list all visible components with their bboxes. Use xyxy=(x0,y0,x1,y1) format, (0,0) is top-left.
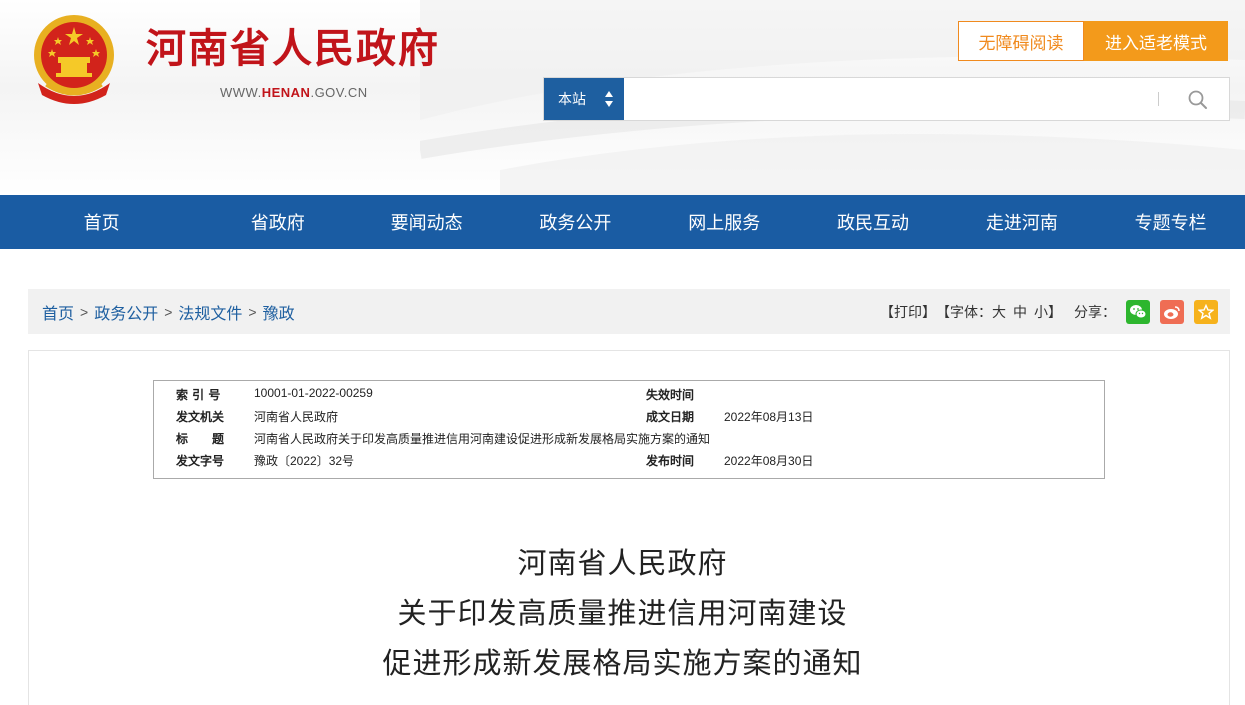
meta-publish-value: 2022年08月30日 xyxy=(724,454,814,468)
nav-item-home[interactable]: 首页 xyxy=(0,195,203,249)
meta-row: 发文字号 豫政〔2022〕32号 发布时间 2022年08月30日 xyxy=(154,452,1104,474)
meta-expire-label: 失效时间 xyxy=(646,388,695,402)
breadcrumb-separator: > xyxy=(164,303,173,320)
site-url-domain: HENAN xyxy=(261,85,311,100)
font-size-prefix: 【字体： xyxy=(936,303,992,320)
meta-index-value: 10001-01-2022-00259 xyxy=(254,386,373,400)
document-title-line-3: 促进形成新发展格局实施方案的通知 xyxy=(382,646,863,680)
meta-publish-label: 发布时间 xyxy=(646,454,695,468)
favorite-star-icon[interactable] xyxy=(1194,299,1218,324)
breadcrumb-separator: > xyxy=(80,303,89,320)
breadcrumb-regulations[interactable]: 法规文件 xyxy=(178,300,242,324)
main-nav: 首页 省政府 要闻动态 政务公开 网上服务 政民互动 走进河南 专题专栏 xyxy=(0,195,1245,249)
font-size-suffix: 】 xyxy=(1048,303,1062,320)
site-url-suffix: .GOV.CN xyxy=(310,85,368,100)
search-scope-label: 本站 xyxy=(558,91,586,107)
nav-item-special-topics[interactable]: 专题专栏 xyxy=(1096,195,1245,249)
elder-mode-button[interactable]: 进入适老模式 xyxy=(1084,21,1228,61)
nav-item-gov-affairs[interactable]: 政务公开 xyxy=(501,195,650,249)
meta-docno-value: 豫政〔2022〕32号 xyxy=(254,454,355,468)
site-title[interactable]: 河南省人民政府 xyxy=(146,22,440,76)
meta-title-value: 河南省人民政府关于印发高质量推进信用河南建设促进形成新发展格局实施方案的通知 xyxy=(254,432,711,446)
font-medium-button[interactable]: 中 xyxy=(1013,302,1027,322)
nav-item-news[interactable]: 要闻动态 xyxy=(352,195,501,249)
site-url-prefix: WWW. xyxy=(220,85,262,100)
meta-issuer-value: 河南省人民政府 xyxy=(254,410,339,424)
search-icon[interactable] xyxy=(1186,88,1210,112)
font-small-button[interactable]: 小 xyxy=(1034,302,1048,322)
search-bar: 本站 xyxy=(543,77,1230,121)
document-title-line-2: 关于印发高质量推进信用河南建设 xyxy=(397,596,848,630)
search-divider xyxy=(1158,92,1159,106)
meta-docno-label: 发文字号 xyxy=(176,454,225,468)
breadcrumb: 首页 > 政务公开 > 法规文件 > 豫政 xyxy=(42,289,295,334)
font-large-button[interactable]: 大 xyxy=(992,302,1006,322)
document-meta-table: 索 引 号 10001-01-2022-00259 失效时间 发文机关 河南省人… xyxy=(153,380,1105,479)
meta-made-label: 成文日期 xyxy=(646,410,695,424)
site-header: 河南省人民政府 WWW.HENAN.GOV.CN 无障碍阅读 进入适老模式 本站 xyxy=(0,0,1245,195)
nav-item-interaction[interactable]: 政民互动 xyxy=(799,195,948,249)
wechat-share-icon[interactable] xyxy=(1126,299,1150,324)
nav-item-online-services[interactable]: 网上服务 xyxy=(650,195,799,249)
meta-row: 发文机关 河南省人民政府 成文日期 2022年08月13日 xyxy=(154,408,1104,430)
breadcrumb-separator: > xyxy=(248,303,257,320)
print-button[interactable]: 【打印】 xyxy=(880,302,936,322)
breadcrumb-gov-affairs[interactable]: 政务公开 xyxy=(94,300,158,324)
breadcrumb-home[interactable]: 首页 xyxy=(42,300,74,324)
site-url: WWW.HENAN.GOV.CN xyxy=(220,85,368,100)
meta-title-label: 标 题 xyxy=(176,432,225,446)
nav-item-about-henan[interactable]: 走进河南 xyxy=(947,195,1096,249)
share-label: 分享： xyxy=(1074,303,1116,320)
breadcrumb-bar: 首页 > 政务公开 > 法规文件 > 豫政 【打印】 【字体： 大 中 小 】 … xyxy=(28,289,1230,334)
search-input[interactable] xyxy=(626,78,1146,120)
page-tools: 【打印】 【字体： 大 中 小 】 分享： xyxy=(880,289,1218,334)
meta-index-label: 索 引 号 xyxy=(176,388,221,402)
nav-item-provincial-gov[interactable]: 省政府 xyxy=(203,195,352,249)
meta-issuer-label: 发文机关 xyxy=(176,410,225,424)
national-emblem-icon[interactable] xyxy=(28,13,120,107)
sort-arrows-icon xyxy=(605,91,613,107)
accessible-reading-button[interactable]: 无障碍阅读 xyxy=(958,21,1084,61)
document-title-line-1: 河南省人民政府 xyxy=(517,546,728,580)
search-scope-select[interactable]: 本站 xyxy=(544,78,624,120)
meta-row: 标 题 河南省人民政府关于印发高质量推进信用河南建设促进形成新发展格局实施方案的… xyxy=(154,430,1104,452)
meta-row: 索 引 号 10001-01-2022-00259 失效时间 xyxy=(154,386,1104,408)
breadcrumb-yuzheng[interactable]: 豫政 xyxy=(263,300,295,324)
weibo-share-icon[interactable] xyxy=(1160,299,1184,324)
meta-made-value: 2022年08月13日 xyxy=(724,410,814,424)
